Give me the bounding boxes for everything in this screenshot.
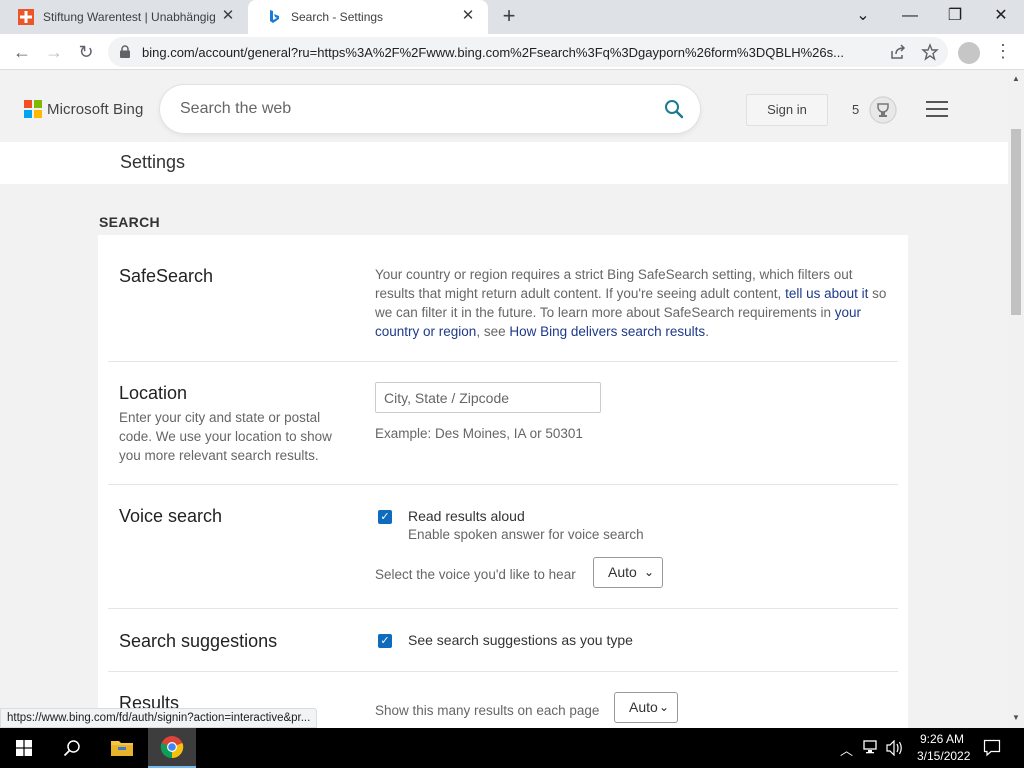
microsoft-logo-icon: [24, 100, 42, 118]
rewards-count[interactable]: 5: [852, 102, 859, 117]
read-aloud-checkbox[interactable]: ✓: [378, 510, 392, 524]
voice-select[interactable]: Auto ⌄: [593, 557, 663, 588]
search-box[interactable]: [160, 85, 700, 133]
suggestions-checkbox[interactable]: ✓: [378, 634, 392, 648]
safesearch-row: SafeSearch Your country or region requir…: [108, 235, 898, 362]
close-icon[interactable]: ✕: [220, 8, 236, 24]
search-icon[interactable]: [664, 99, 684, 119]
page-content: Microsoft Bing Sign in 5 Settings SEARCH…: [0, 71, 1008, 728]
search-input[interactable]: [180, 97, 640, 121]
location-row: Location Enter your city and state or po…: [108, 362, 898, 485]
location-title: Location: [119, 383, 188, 403]
scroll-up-arrow-icon[interactable]: ▲: [1012, 74, 1020, 83]
bing-icon: [270, 10, 279, 23]
voice-search-title: Voice search: [119, 506, 223, 526]
search-suggestions-row: Search suggestions ✓ See search suggesti…: [108, 609, 898, 672]
url-text: bing.com/account/general?ru=https%3A%2F%…: [142, 45, 844, 60]
read-aloud-sublabel: Enable spoken answer for voice search: [408, 527, 644, 542]
browser-toolbar: ← → ↻ bing.com/account/general?ru=https%…: [0, 34, 1024, 70]
lock-icon: [120, 45, 130, 58]
hamburger-menu-icon[interactable]: [926, 101, 948, 119]
safesearch-text: Your country or region requires a strict…: [375, 265, 890, 341]
clock-date: 3/15/2022: [917, 749, 971, 763]
safesearch-text-part: , see: [476, 324, 510, 339]
chevron-down-icon: ⌄: [643, 565, 654, 579]
read-aloud-label: Read results aloud: [408, 508, 525, 524]
tab-title: Search - Settings: [291, 10, 384, 24]
results-select-value: Auto: [629, 699, 658, 715]
location-description: Enter your city and state or postal code…: [119, 410, 332, 463]
maximize-icon[interactable]: ❐: [943, 5, 967, 27]
stiftung-warentest-icon: [18, 9, 34, 25]
scroll-down-arrow-icon[interactable]: ▼: [1012, 713, 1020, 722]
network-icon[interactable]: [862, 739, 880, 755]
bookmark-star-icon[interactable]: [921, 43, 939, 61]
city-zipcode-input[interactable]: [375, 382, 601, 413]
safesearch-text-part: .: [705, 324, 709, 339]
results-label: Show this many results on each page: [375, 703, 600, 718]
how-bing-delivers-link[interactable]: How Bing delivers search results: [509, 324, 705, 339]
notification-center-icon[interactable]: [983, 739, 1001, 757]
taskbar-clock[interactable]: 9:26 AM 3/15/2022: [917, 731, 971, 765]
forward-arrow-icon[interactable]: →: [42, 40, 66, 64]
minimize-icon[interactable]: —: [898, 5, 922, 27]
tab-bing-settings[interactable]: Search - Settings ✕: [248, 0, 488, 34]
tab-title: Stiftung Warentest | Unabhängig: [43, 10, 216, 24]
chevron-down-icon: ⌄: [658, 700, 669, 714]
voice-search-row: Voice search ✓ Read results aloud Enable…: [108, 485, 898, 609]
link-status-bubble: https://www.bing.com/fd/auth/signin?acti…: [0, 708, 318, 728]
scrollbar-thumb[interactable]: [1011, 129, 1021, 315]
share-icon[interactable]: [889, 43, 907, 61]
page-title: Settings: [120, 152, 186, 172]
voice-select-label: Select the voice you'd like to hear: [375, 567, 576, 582]
voice-select-value: Auto: [608, 564, 637, 580]
window-close-icon[interactable]: ✕: [989, 5, 1013, 27]
chrome-icon[interactable]: [148, 728, 196, 768]
tray-chevron-up-icon[interactable]: ︿: [840, 740, 853, 759]
page-scrollbar[interactable]: ▲ ▼: [1008, 71, 1024, 728]
browser-tab-strip: Stiftung Warentest | Unabhängig ✕ Search…: [0, 0, 1024, 34]
section-title: SEARCH: [99, 214, 160, 230]
suggestions-label: See search suggestions as you type: [408, 632, 633, 648]
safesearch-text-part: Your country or region requires a strict…: [375, 267, 853, 301]
menu-kebab-icon[interactable]: ⋮: [994, 39, 1012, 63]
settings-header-bar: Settings: [0, 142, 1008, 184]
file-explorer-icon[interactable]: [98, 728, 146, 768]
location-example: Example: Des Moines, IA or 50301: [375, 426, 583, 441]
clock-time: 9:26 AM: [919, 732, 965, 746]
safesearch-title: SafeSearch: [119, 266, 214, 286]
volume-icon[interactable]: [886, 740, 904, 756]
profile-avatar-icon[interactable]: [958, 42, 980, 64]
address-bar[interactable]: bing.com/account/general?ru=https%3A%2F%…: [108, 37, 948, 67]
tab-search-chevron-icon[interactable]: ⌄: [851, 5, 875, 27]
search-icon[interactable]: [48, 728, 96, 768]
bing-header: Microsoft Bing Sign in 5: [0, 71, 1008, 142]
sign-in-button[interactable]: Sign in: [746, 94, 828, 126]
search-suggestions-title: Search suggestions: [119, 631, 278, 651]
microsoft-bing-logo[interactable]: Microsoft Bing: [24, 100, 143, 118]
results-count-select[interactable]: Auto ⌄: [614, 692, 678, 723]
close-icon[interactable]: ✕: [460, 8, 476, 24]
tab-stiftung-warentest[interactable]: Stiftung Warentest | Unabhängig ✕: [0, 0, 248, 34]
back-arrow-icon[interactable]: ←: [10, 40, 34, 64]
windows-taskbar: ︿ 9:26 AM 3/15/2022: [0, 728, 1024, 768]
brand-name: Microsoft Bing: [47, 100, 144, 118]
windows-start-icon[interactable]: [0, 728, 48, 768]
reload-icon[interactable]: ↻: [74, 40, 98, 64]
tell-us-link[interactable]: tell us about it: [785, 286, 868, 301]
new-tab-plus-icon[interactable]: +: [498, 5, 520, 28]
rewards-trophy-icon[interactable]: [869, 96, 897, 124]
settings-card: SafeSearch Your country or region requir…: [98, 235, 908, 728]
